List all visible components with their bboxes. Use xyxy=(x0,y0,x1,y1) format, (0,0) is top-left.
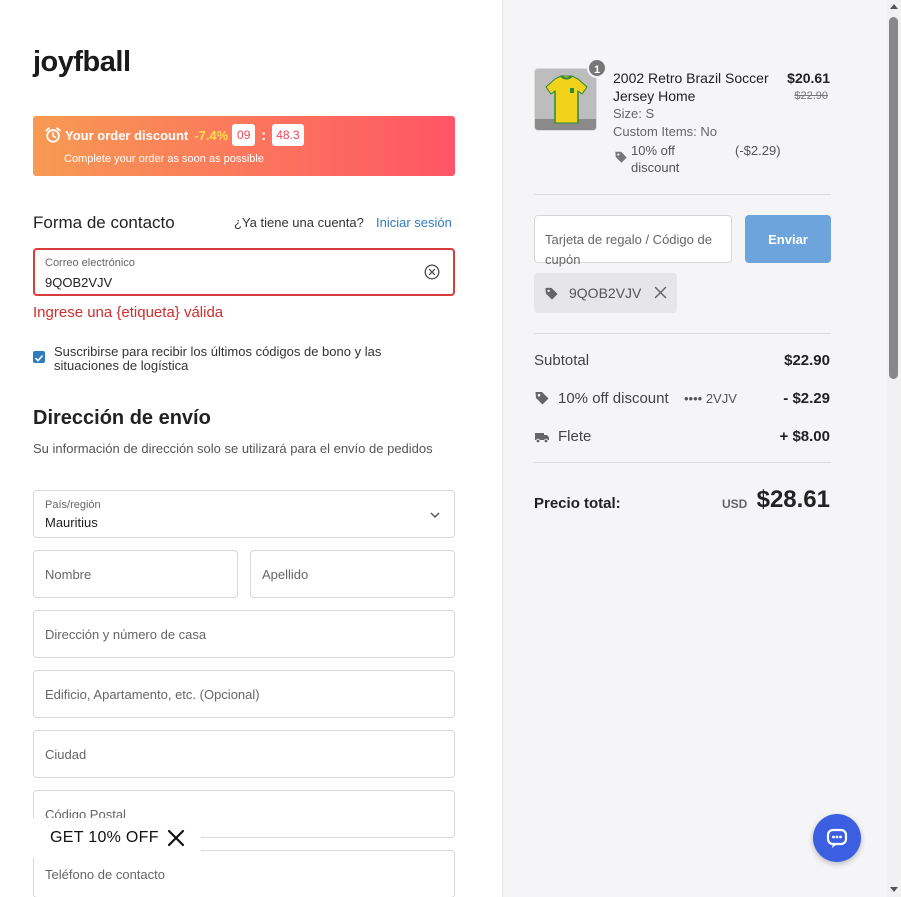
applied-coupon-chip: 9QOB2VJV xyxy=(534,273,677,313)
building-field[interactable]: Edificio, Apartamento, etc. (Opcional) xyxy=(33,670,455,718)
country-select-value: Mauritius xyxy=(45,515,98,530)
discount-label: 10% off discount xyxy=(558,390,669,407)
checkout-form-panel: joyfball Your order discount -7.4% 09 : … xyxy=(0,0,502,897)
discount-timer-row: Your order discount -7.4% 09 : 48.3 xyxy=(44,123,304,147)
applied-coupon-code: 9QOB2VJV xyxy=(569,285,642,301)
login-link[interactable]: Iniciar sesión xyxy=(376,215,452,230)
scrollbar-thumb[interactable] xyxy=(889,17,898,379)
product-discount-amount: (-$2.29) xyxy=(735,143,781,158)
truck-icon xyxy=(535,433,549,444)
discount-timer-banner: Your order discount -7.4% 09 : 48.3 Comp… xyxy=(33,116,455,176)
shipping-description: Su información de dirección solo se util… xyxy=(33,441,433,456)
product-discount-label: 10% off discount xyxy=(631,143,680,175)
discount-title: Your order discount xyxy=(65,127,189,143)
city-field[interactable]: Ciudad xyxy=(33,730,455,778)
subtotal-value: $22.90 xyxy=(784,352,830,369)
product-name: 2002 Retro Brazil Soccer Jersey Home xyxy=(613,70,769,104)
email-field-label: Correo electrónico xyxy=(45,257,135,269)
total-currency: USD xyxy=(722,497,748,511)
divider xyxy=(534,194,831,195)
subscribe-checkbox[interactable] xyxy=(33,351,45,363)
email-field[interactable]: Correo electrónico 9QOB2VJV xyxy=(33,248,455,296)
scroll-down-arrow-icon[interactable] xyxy=(890,887,898,892)
subtotal-label: Subtotal xyxy=(534,352,590,369)
get-discount-popup[interactable]: GET 10% OFF xyxy=(33,818,201,858)
alarm-clock-icon xyxy=(45,127,61,143)
product-custom-items: Custom Items: No xyxy=(613,124,718,139)
divider xyxy=(534,462,831,463)
timer-separator: : xyxy=(261,126,267,144)
divider xyxy=(534,333,831,334)
shipping-section-title: Dirección de envío xyxy=(33,407,211,429)
country-select[interactable]: País/región Mauritius xyxy=(33,490,455,538)
chevron-down-icon xyxy=(430,512,440,519)
order-summary-panel: 1 2002 Retro Brazil Soccer Jersey Home S… xyxy=(502,0,887,897)
tag-icon xyxy=(535,392,549,405)
chat-button[interactable] xyxy=(813,814,861,862)
store-logo[interactable]: joyfball xyxy=(33,46,131,79)
total-value: $28.61 xyxy=(756,486,830,513)
building-placeholder: Edificio, Apartamento, etc. (Opcional) xyxy=(45,687,260,702)
address-field[interactable]: Dirección y número de casa xyxy=(33,610,455,658)
address-placeholder: Dirección y número de casa xyxy=(45,627,207,642)
contact-section-title: Forma de contacto xyxy=(33,213,175,232)
last-name-field[interactable]: Apellido xyxy=(250,550,455,598)
last-name-placeholder: Apellido xyxy=(262,567,309,582)
scroll-up-arrow-icon[interactable] xyxy=(890,4,898,9)
tag-icon xyxy=(615,151,627,163)
email-error-message: Ingrese una {etiqueta} válida xyxy=(33,304,224,321)
remove-coupon-icon[interactable] xyxy=(654,286,667,299)
discount-value: - $2.29 xyxy=(783,390,830,407)
chat-icon xyxy=(826,828,848,848)
country-select-label: País/región xyxy=(45,499,101,511)
discount-code-masked: •••• 2VJV xyxy=(684,391,737,406)
total-label: Precio total: xyxy=(534,495,621,512)
product-original-price: $22.90 xyxy=(794,90,828,102)
get-discount-label[interactable]: GET 10% OFF xyxy=(50,829,159,847)
clear-input-icon[interactable] xyxy=(424,264,440,280)
tag-icon xyxy=(545,287,558,300)
account-question: ¿Ya tiene una cuenta? xyxy=(234,215,364,230)
product-size: Size: S xyxy=(613,106,655,121)
subscribe-label[interactable]: Suscribirse para recibir los últimos cód… xyxy=(54,345,434,373)
email-field-value[interactable]: 9QOB2VJV xyxy=(45,275,112,290)
apply-coupon-button[interactable]: Enviar xyxy=(745,215,831,263)
discount-percent: -7.4% xyxy=(194,127,229,143)
page-scrollbar[interactable] xyxy=(887,0,901,897)
product-thumbnail xyxy=(534,68,597,131)
shipping-value: + $8.00 xyxy=(779,428,830,445)
jersey-image xyxy=(535,69,596,130)
quantity-badge: 1 xyxy=(587,58,607,78)
coupon-input[interactable]: Tarjeta de regalo / Código de cupón xyxy=(534,215,732,267)
first-name-field[interactable]: Nombre xyxy=(33,550,238,598)
timer-seconds: 48.3 xyxy=(272,124,304,146)
close-icon[interactable] xyxy=(166,828,186,848)
product-price: $20.61 xyxy=(787,70,830,86)
checkmark-icon xyxy=(34,355,44,362)
shipping-label: Flete xyxy=(558,428,592,445)
coupon-placeholder: Tarjeta de regalo / Código de cupón xyxy=(545,232,712,267)
phone-placeholder: Teléfono de contacto xyxy=(45,867,165,882)
timer-minutes: 09 xyxy=(232,124,256,146)
discount-subtitle: Complete your order as soon as possible xyxy=(64,153,264,165)
first-name-placeholder: Nombre xyxy=(45,567,92,582)
city-placeholder: Ciudad xyxy=(45,747,87,762)
